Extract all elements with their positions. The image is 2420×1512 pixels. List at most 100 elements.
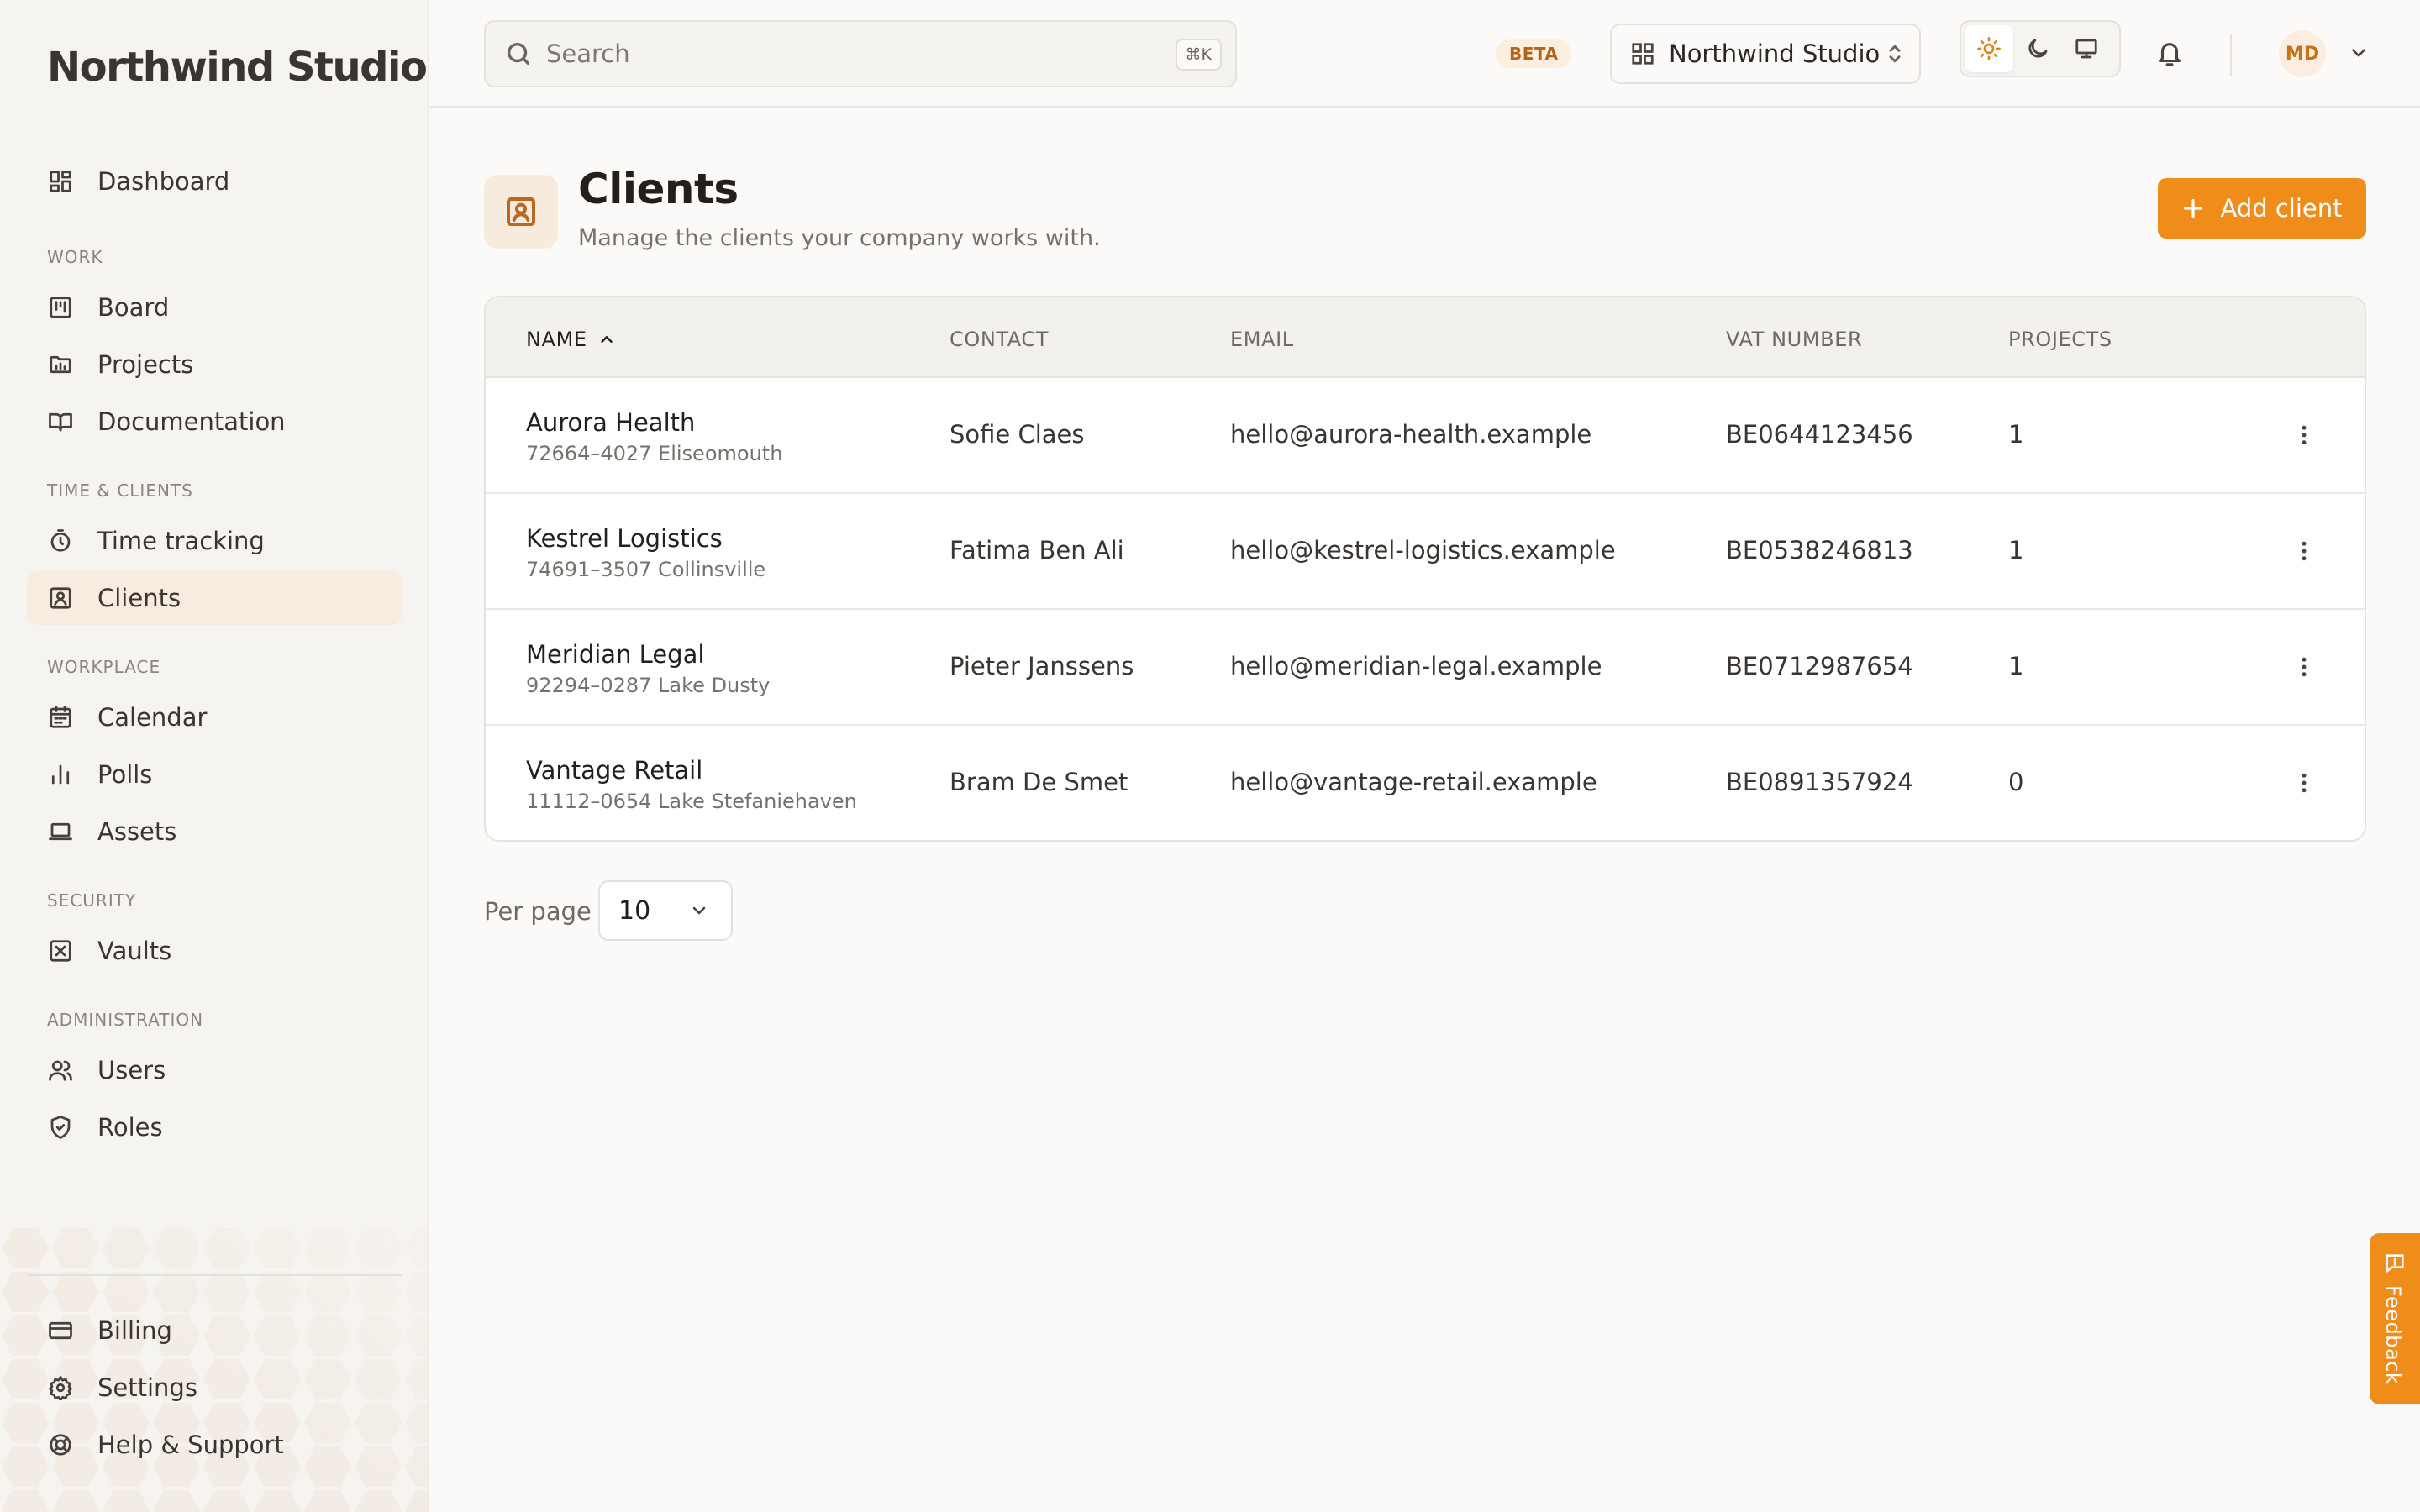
grid-icon xyxy=(1632,43,1654,65)
sidebar-item-projects[interactable]: Projects xyxy=(27,338,402,391)
sidebar-item-polls[interactable]: Polls xyxy=(27,748,402,801)
sidebar-item-billing[interactable]: Billing xyxy=(27,1304,402,1357)
client-projects: 0 xyxy=(2008,768,2024,796)
client-vat: BE0538246813 xyxy=(1726,536,1913,564)
workspace-switcher[interactable]: Northwind Studio xyxy=(1610,24,1921,84)
theme-dark-button[interactable] xyxy=(2013,25,2062,72)
per-page-select[interactable]: 10 xyxy=(598,880,733,941)
page-subtitle: Manage the clients your company works wi… xyxy=(578,225,1101,251)
section-heading-administration: ADMINISTRATION xyxy=(47,1010,204,1030)
column-header-name[interactable]: NAME xyxy=(526,328,616,351)
sun-icon xyxy=(1977,37,2001,60)
sidebar-item-label: Help & Support xyxy=(97,1431,284,1459)
sidebar-item-dashboard[interactable]: Dashboard xyxy=(27,155,402,208)
client-name[interactable]: Vantage Retail xyxy=(526,756,702,785)
clients-table: NAME CONTACT EMAIL VAT NUMBER PROJECTS A… xyxy=(484,296,2366,842)
sidebar-item-assets[interactable]: Assets xyxy=(27,805,402,858)
client-address: 92294–0287 Lake Dusty xyxy=(526,674,771,697)
sidebar-item-label: Calendar xyxy=(97,703,208,732)
sidebar-item-label: Board xyxy=(97,293,170,322)
chevron-up-down-icon xyxy=(1889,45,1901,63)
page-icon xyxy=(484,175,558,249)
client-name[interactable]: Aurora Health xyxy=(526,408,695,437)
more-vertical-icon xyxy=(2302,541,2307,561)
dashboard-icon xyxy=(47,168,74,195)
feedback-tab[interactable]: Feedback xyxy=(2370,1233,2420,1404)
search-input[interactable] xyxy=(546,39,1134,68)
sidebar-item-settings[interactable]: Settings xyxy=(27,1361,402,1415)
folder-icon xyxy=(47,351,74,378)
table-row[interactable]: Aurora Health 72664–4027 Eliseomouth Sof… xyxy=(486,378,2365,494)
column-header-vat: VAT NUMBER xyxy=(1726,328,1863,351)
client-name[interactable]: Kestrel Logistics xyxy=(526,524,723,553)
avatar[interactable]: MD xyxy=(2279,30,2326,77)
sidebar-item-label: Time tracking xyxy=(97,527,265,555)
calendar-icon xyxy=(47,704,74,731)
laptop-icon xyxy=(47,818,74,845)
search-box[interactable]: ⌘K xyxy=(484,20,1237,87)
table-header: NAME CONTACT EMAIL VAT NUMBER PROJECTS xyxy=(486,297,2365,378)
sidebar-item-label: Billing xyxy=(97,1316,172,1345)
brand-logo[interactable]: Northwind Studio xyxy=(47,44,428,91)
row-actions-button[interactable] xyxy=(2287,764,2321,801)
row-actions-button[interactable] xyxy=(2287,533,2321,570)
section-heading-workplace: WORKPLACE xyxy=(47,657,161,677)
header-divider xyxy=(2230,34,2232,76)
client-vat: BE0891357924 xyxy=(1726,768,1913,796)
vault-icon xyxy=(47,937,74,964)
client-address: 11112–0654 Lake Stefaniehaven xyxy=(526,790,857,813)
sidebar-item-label: Polls xyxy=(97,760,153,789)
client-projects: 1 xyxy=(2008,652,2024,680)
sidebar-item-roles[interactable]: Roles xyxy=(27,1100,402,1154)
client-projects: 1 xyxy=(2008,420,2024,449)
beta-badge: BETA xyxy=(1496,39,1572,68)
sidebar-item-help[interactable]: Help & Support xyxy=(27,1418,402,1472)
message-square-icon xyxy=(2386,1254,2404,1273)
moon-icon xyxy=(2028,39,2048,58)
bell-icon xyxy=(2159,43,2181,66)
row-actions-button[interactable] xyxy=(2287,417,2321,454)
client-email: hello@kestrel-logistics.example xyxy=(1230,536,1616,564)
column-header-contact: CONTACT xyxy=(950,328,1050,351)
client-contact: Fatima Ben Ali xyxy=(950,536,1124,564)
client-name[interactable]: Meridian Legal xyxy=(526,640,704,669)
sidebar-item-time-tracking[interactable]: Time tracking xyxy=(27,514,402,568)
client-address: 72664–4027 Eliseomouth xyxy=(526,442,783,465)
board-icon xyxy=(47,294,74,321)
page-title: Clients xyxy=(578,165,739,213)
stopwatch-icon xyxy=(47,528,74,554)
more-vertical-icon xyxy=(2302,425,2307,445)
sidebar-item-label: Assets xyxy=(97,817,177,846)
contact-card-icon xyxy=(507,197,535,226)
chevron-up-icon xyxy=(600,336,613,343)
add-client-label: Add client xyxy=(2220,194,2343,223)
theme-system-button[interactable] xyxy=(2062,25,2111,72)
notifications-button[interactable] xyxy=(2153,37,2186,71)
table-row[interactable]: Kestrel Logistics 74691–3507 Collinsvill… xyxy=(486,494,2365,610)
client-vat: BE0644123456 xyxy=(1726,420,1913,449)
client-email: hello@meridian-legal.example xyxy=(1230,652,1602,680)
user-menu-button[interactable] xyxy=(2348,42,2373,67)
table-row[interactable]: Meridian Legal 92294–0287 Lake Dusty Pie… xyxy=(486,610,2365,726)
sidebar-item-board[interactable]: Board xyxy=(27,281,402,334)
client-email: hello@aurora-health.example xyxy=(1230,420,1592,449)
sidebar-item-documentation[interactable]: Documentation xyxy=(27,395,402,449)
add-client-button[interactable]: Add client xyxy=(2158,178,2366,239)
monitor-icon xyxy=(2075,39,2097,59)
more-vertical-icon xyxy=(2302,773,2307,793)
book-open-icon xyxy=(47,408,74,435)
sidebar-item-calendar[interactable]: Calendar xyxy=(27,690,402,744)
client-contact: Bram De Smet xyxy=(950,768,1128,796)
table-row[interactable]: Vantage Retail 11112–0654 Lake Stefanieh… xyxy=(486,726,2365,840)
theme-toggle xyxy=(1960,20,2121,77)
chevron-down-icon xyxy=(692,906,706,915)
sidebar-item-vaults[interactable]: Vaults xyxy=(27,924,402,978)
theme-light-button[interactable] xyxy=(1965,25,2013,72)
sidebar-item-clients[interactable]: Clients xyxy=(27,571,402,625)
gear-icon xyxy=(47,1374,74,1401)
search-shortcut-hint: ⌘K xyxy=(1175,39,1222,71)
top-bar: ⌘K BETA Northwind Studio MD xyxy=(430,0,2420,108)
row-actions-button[interactable] xyxy=(2287,648,2321,685)
sidebar-item-users[interactable]: Users xyxy=(27,1043,402,1097)
sidebar-item-label: Roles xyxy=(97,1113,163,1142)
